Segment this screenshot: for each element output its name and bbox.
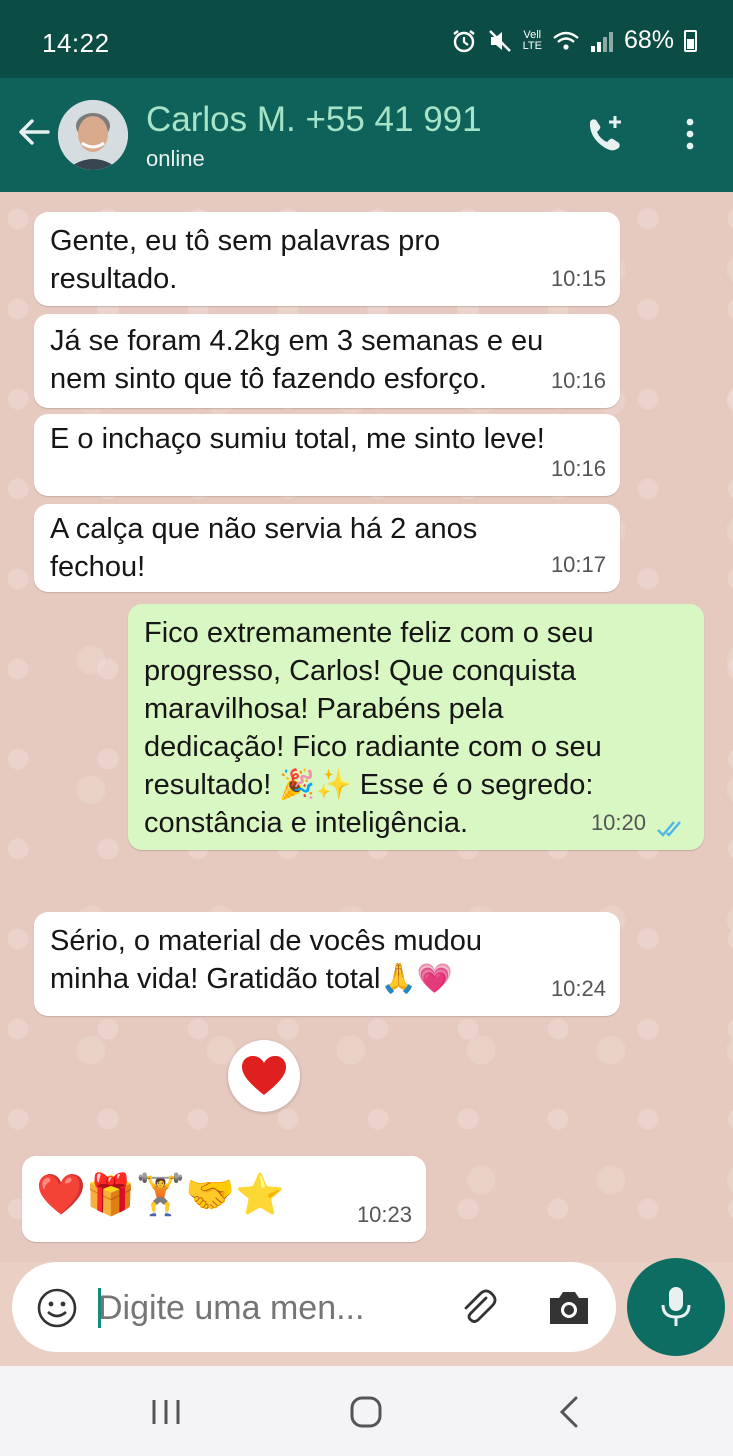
message-text: ❤️🎁🏋️🤝⭐ bbox=[36, 1172, 286, 1218]
message-time: 10:17 bbox=[550, 552, 606, 577]
camera-icon[interactable] bbox=[546, 1288, 592, 1328]
message-time: 10:23 bbox=[356, 1202, 412, 1227]
status-bar: 14:22 Vell LTE 68% bbox=[0, 0, 733, 78]
recent-apps-icon[interactable] bbox=[146, 1392, 186, 1432]
message-text: Já se foram 4.2kg em 3 semanas e eu nem … bbox=[50, 325, 544, 395]
message-time: 10:16 bbox=[550, 368, 606, 393]
message-bubble[interactable]: Já se foram 4.2kg em 3 semanas e eu nem … bbox=[34, 314, 620, 408]
attach-icon[interactable] bbox=[456, 1286, 500, 1330]
status-time: 14:22 bbox=[42, 28, 110, 58]
wifi-icon bbox=[553, 31, 579, 50]
mute-icon bbox=[488, 29, 511, 52]
message-bubble[interactable]: ❤️🎁🏋️🤝⭐ 10:23 bbox=[22, 1156, 426, 1242]
reaction-badge[interactable] bbox=[228, 1040, 300, 1112]
contact-status: online bbox=[146, 146, 205, 171]
battery-icon bbox=[684, 29, 697, 52]
carrier-label: Vell LTE bbox=[522, 29, 542, 52]
message-bubble[interactable]: A calça que não servia há 2 anos fechou!… bbox=[34, 504, 620, 592]
message-time: 10:16 bbox=[550, 456, 606, 481]
avatar-image bbox=[58, 100, 128, 170]
message-time: 10:15 bbox=[550, 266, 606, 291]
battery-percent: 68% bbox=[623, 26, 674, 54]
chat-area[interactable]: Gente, eu tô sem palavras pro resultado.… bbox=[0, 192, 733, 1262]
message-bubble-outgoing[interactable]: Fico extremamente feliz com o seu progre… bbox=[128, 604, 704, 850]
back-icon[interactable] bbox=[550, 1392, 590, 1432]
contact-name[interactable]: Carlos M. +55 41 991 bbox=[146, 100, 482, 140]
mic-icon bbox=[661, 1287, 691, 1326]
more-options-icon[interactable] bbox=[678, 116, 702, 152]
status-icons: Vell LTE 68% bbox=[451, 26, 697, 55]
message-bubble[interactable]: Gente, eu tô sem palavras pro resultado.… bbox=[34, 212, 620, 306]
message-time: 10:20 bbox=[590, 810, 646, 835]
carrier-bottom: LTE bbox=[522, 39, 542, 52]
read-receipt-icon bbox=[657, 821, 681, 837]
message-text: Gente, eu tô sem palavras pro resultado. bbox=[50, 225, 441, 295]
avatar[interactable] bbox=[58, 100, 128, 170]
chat-header: Carlos M. +55 41 991 online bbox=[0, 78, 733, 192]
add-call-icon[interactable] bbox=[582, 112, 626, 156]
alarm-icon bbox=[452, 29, 475, 52]
message-bubble[interactable]: Sério, o material de vocês mudou minha v… bbox=[34, 912, 620, 1016]
home-icon[interactable] bbox=[346, 1392, 386, 1432]
message-bubble[interactable]: E o inchaço sumiu total, me sinto leve! … bbox=[34, 414, 620, 496]
signal-icon bbox=[590, 31, 613, 52]
navigation-bar bbox=[0, 1366, 733, 1456]
message-text: Sério, o material de vocês mudou minha v… bbox=[50, 925, 482, 995]
message-text: A calça que não servia há 2 anos fechou! bbox=[50, 513, 478, 583]
message-time: 10:24 bbox=[550, 976, 606, 1001]
emoji-icon[interactable] bbox=[36, 1287, 78, 1329]
message-input-bar bbox=[12, 1262, 616, 1352]
message-text: E o inchaço sumiu total, me sinto leve! bbox=[50, 423, 545, 455]
back-arrow-icon[interactable] bbox=[14, 112, 54, 152]
message-input[interactable] bbox=[98, 1284, 428, 1332]
heart-reaction-icon bbox=[242, 1056, 286, 1095]
mic-button[interactable] bbox=[627, 1258, 725, 1356]
